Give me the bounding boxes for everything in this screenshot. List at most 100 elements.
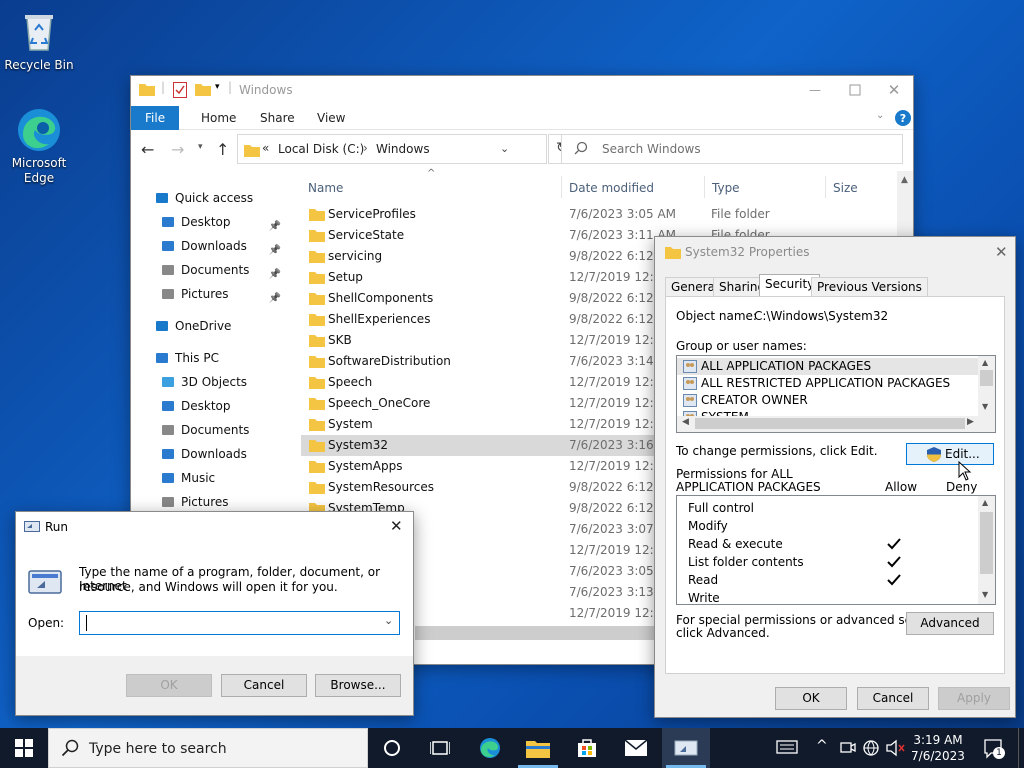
tab-view[interactable]: View [303, 106, 359, 130]
forward-button[interactable]: → [171, 140, 184, 159]
start-button[interactable] [0, 728, 48, 768]
user-group-icon [683, 360, 697, 373]
column-date-modified[interactable]: Date modified [569, 178, 654, 198]
nav-item[interactable]: Desktop [131, 394, 301, 418]
recent-locations-icon[interactable]: ▾ [198, 142, 203, 152]
browse-button[interactable]: Browse... [315, 674, 401, 697]
edit-button[interactable]: Edit... [906, 443, 994, 465]
column-name[interactable]: Name [308, 178, 343, 198]
chevron-down-icon[interactable]: ⌄ [384, 614, 393, 627]
quick-access-dropdown-icon[interactable]: ▾ [215, 82, 220, 92]
file-explorer-icon [526, 741, 550, 758]
group-list-hscroll[interactable]: ◀ ▶ [677, 416, 995, 432]
touch-keyboard-icon[interactable] [776, 739, 798, 755]
nav-item[interactable]: Downloads [131, 442, 301, 466]
group-list[interactable]: ALL APPLICATION PACKAGES ALL RESTRICTED A… [676, 355, 996, 433]
nav-item[interactable]: This PC [131, 346, 301, 370]
folder-icon [309, 292, 325, 305]
run-icon [24, 519, 40, 533]
tab-file[interactable]: File [131, 106, 180, 130]
file-name: SKB [328, 333, 352, 347]
back-button[interactable]: ← [141, 140, 154, 159]
address-overflow[interactable]: « [262, 141, 269, 155]
show-desktop-button[interactable] [1018, 728, 1019, 768]
group-list-item[interactable]: ALL RESTRICTED APPLICATION PACKAGES [677, 375, 979, 392]
meet-now-icon[interactable] [840, 739, 856, 755]
special-permissions-text-2: click Advanced. [676, 626, 770, 640]
taskbar-store[interactable] [563, 728, 611, 768]
address-bar[interactable]: « Local Disk (C:) › Windows ⌄ [237, 134, 547, 164]
nav-item[interactable]: Downloads 📌 [131, 234, 301, 258]
nav-item[interactable]: Quick access [131, 186, 301, 210]
column-type[interactable]: Type [712, 178, 740, 198]
taskbar-search-box[interactable]: Type here to search [48, 728, 368, 768]
group-list-scrollbar[interactable]: ▲ ▼ [978, 356, 995, 416]
run-large-icon [28, 568, 62, 596]
breadcrumb-windows[interactable]: Windows [376, 142, 430, 156]
taskbar-mail[interactable] [612, 728, 660, 768]
close-button[interactable]: ✕ [995, 243, 1008, 261]
nav-item[interactable]: Desktop 📌 [131, 210, 301, 234]
close-button[interactable]: ✕ [875, 76, 913, 104]
desktop-icon-edge[interactable]: Microsoft Edge [1, 106, 77, 186]
expand-ribbon-icon[interactable]: ⌄ [876, 110, 884, 121]
new-folder-icon[interactable] [195, 82, 211, 96]
column-size[interactable]: Size [833, 178, 858, 198]
ok-button[interactable]: OK [126, 674, 212, 697]
properties-icon[interactable] [173, 82, 187, 98]
download-icon [161, 239, 175, 253]
tab-previous-versions[interactable]: Previous Versions [811, 277, 928, 297]
ok-button[interactable]: OK [775, 687, 847, 710]
maximize-button[interactable] [835, 76, 875, 104]
apply-button[interactable]: Apply [938, 687, 1010, 710]
nav-item[interactable]: 3D Objects [131, 370, 301, 394]
taskbar-run[interactable] [662, 728, 710, 768]
tab-share[interactable]: Share [246, 106, 309, 130]
group-list-item[interactable]: ALL APPLICATION PACKAGES [677, 358, 979, 375]
task-view-button[interactable] [416, 728, 464, 768]
help-icon[interactable]: ? [894, 109, 912, 127]
cancel-button[interactable]: Cancel [221, 674, 307, 697]
allow-column-label: Allow [885, 480, 918, 494]
nav-item[interactable]: OneDrive [131, 314, 301, 338]
action-center-button[interactable]: 1 [983, 738, 1005, 760]
close-button[interactable]: ✕ [390, 517, 403, 535]
clock-time[interactable]: 3:19 AM [910, 733, 966, 747]
nav-item[interactable]: Documents [131, 418, 301, 442]
folder-icon [309, 355, 325, 368]
chevron-down-icon[interactable]: ⌄ [500, 142, 509, 155]
permissions-for-label: Permissions for ALL [676, 467, 793, 481]
object-name-value: C:\Windows\System32 [754, 309, 889, 323]
clock-date[interactable]: 7/6/2023 [910, 749, 966, 763]
advanced-button[interactable]: Advanced [906, 612, 994, 635]
nav-item[interactable]: Documents 📌 [131, 258, 301, 282]
user-group-icon [683, 394, 697, 407]
volume-muted-icon[interactable] [886, 739, 906, 757]
cortana-button[interactable] [368, 728, 416, 768]
show-hidden-icons-icon[interactable]: ^ [816, 738, 828, 754]
desktop-icon-recycle-bin[interactable]: Recycle Bin [1, 8, 77, 73]
permission-name: Write [688, 591, 720, 605]
object-name-label: Object name: [676, 309, 757, 323]
breadcrumb-local-disk[interactable]: Local Disk (C:) [278, 142, 364, 156]
permission-row: List folder contents [677, 553, 979, 571]
file-row[interactable]: ServiceProfiles 7/6/2023 3:05 AM File fold… [301, 204, 913, 225]
cancel-button[interactable]: Cancel [857, 687, 929, 710]
horizontal-scrollbar-thumb[interactable] [415, 626, 655, 640]
taskbar: Type here to search ^ 3:19 AM 7/6/2023 1 [0, 728, 1024, 768]
ribbon: File Home Share View ⌄ ? [131, 106, 913, 130]
nav-item[interactable]: Pictures 📌 [131, 282, 301, 306]
taskbar-edge[interactable] [466, 728, 514, 768]
open-combobox[interactable]: ⌄ [79, 611, 400, 635]
taskbar-file-explorer[interactable] [514, 728, 562, 768]
group-list-item[interactable]: CREATOR OWNER [677, 392, 979, 409]
network-icon[interactable] [862, 739, 880, 757]
permissions-scrollbar[interactable]: ▲ ▼ [978, 496, 995, 604]
up-button[interactable]: ↑ [216, 140, 229, 159]
permissions-list[interactable]: Full control Modify Read & execute List fol… [676, 495, 996, 605]
minimize-button[interactable]: — [795, 76, 835, 104]
tab-home[interactable]: Home [187, 106, 250, 130]
folder-icon [309, 271, 325, 284]
search-box[interactable]: Search Windows [561, 134, 903, 164]
nav-item[interactable]: Music [131, 466, 301, 490]
